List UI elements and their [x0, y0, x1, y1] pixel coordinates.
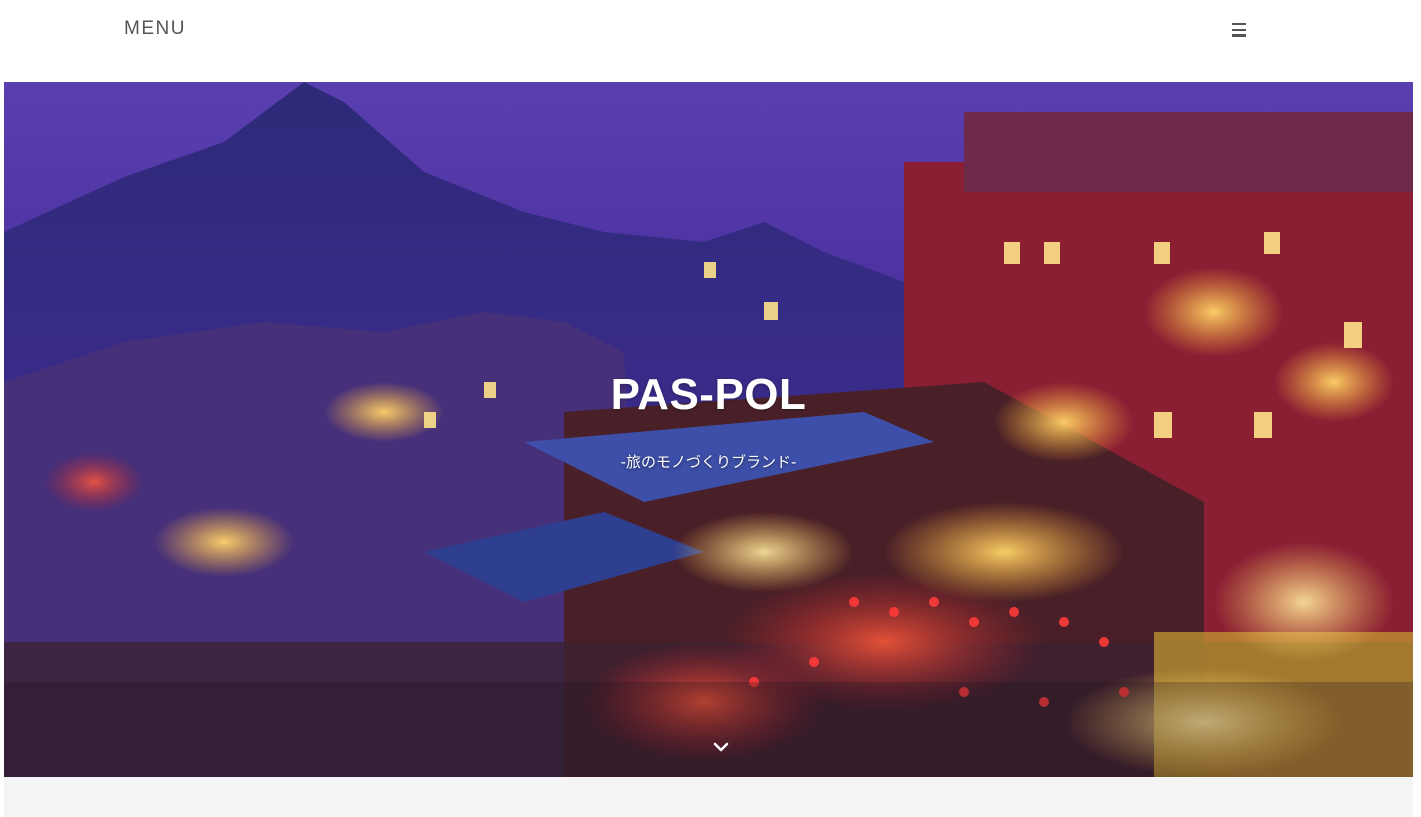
- hero-subtitle: -旅のモノづくりブランド-: [620, 453, 797, 471]
- content-section: [4, 777, 1413, 817]
- hero-background-image: [4, 82, 1413, 777]
- hamburger-menu-icon[interactable]: [1232, 23, 1246, 37]
- menu-label[interactable]: MENU: [124, 18, 186, 40]
- chevron-down-icon[interactable]: [712, 740, 730, 754]
- hero-title: PAS-POL: [610, 370, 807, 419]
- hero-banner: PAS-POL -旅のモノづくりブランド-: [4, 82, 1413, 777]
- site-header: MENU: [0, 0, 1421, 82]
